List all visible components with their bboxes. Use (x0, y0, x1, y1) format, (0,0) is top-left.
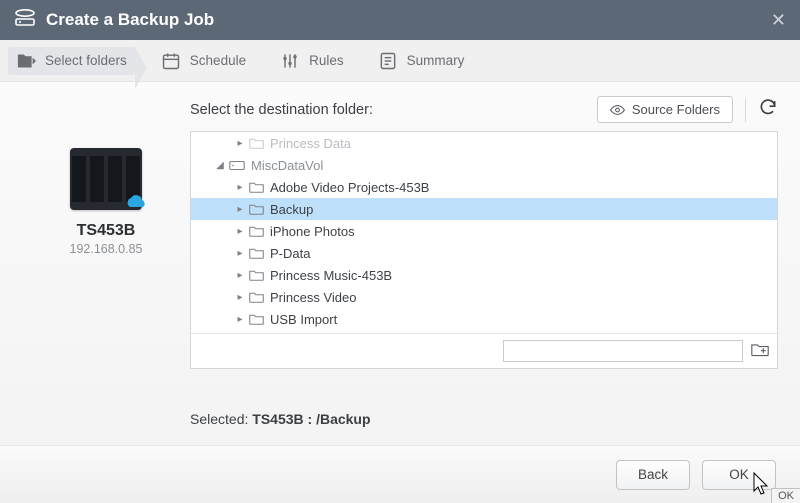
title-bar: Create a Backup Job ✕ (0, 0, 800, 40)
folder-icon (249, 137, 264, 149)
close-icon[interactable]: ✕ (771, 10, 786, 31)
device-sidebar: TS453B 192.168.0.85 (22, 96, 190, 445)
folders-icon (16, 51, 36, 71)
tree-node-label: Princess Music-453B (270, 268, 392, 283)
selected-path-line: Selected: TS453B : /Backup (190, 411, 778, 427)
step-rules[interactable]: Rules (272, 47, 352, 75)
folder-icon (249, 313, 264, 325)
chevron-right-icon[interactable]: ▸ (235, 226, 245, 237)
wizard-footer: Back OK (0, 445, 800, 503)
nas-icon (14, 8, 36, 33)
folder-icon (249, 203, 264, 215)
instruction-text: Select the destination folder: (190, 102, 373, 118)
folder-tree: ▸ Princess Data ◢ MiscDataVol ▸ Adobe Vid… (190, 131, 778, 369)
tree-node-label: P-Data (270, 246, 310, 261)
tree-node[interactable]: ▸ Adobe Video Projects-453B (191, 176, 777, 198)
tree-node-label: USB Import (270, 312, 337, 327)
cloud-badge-icon (124, 193, 148, 216)
divider (745, 98, 746, 122)
tree-node[interactable]: ▸ P-Data (191, 242, 777, 264)
path-row (191, 333, 777, 368)
tree-node-volume[interactable]: ◢ MiscDataVol (191, 154, 777, 176)
tree-node[interactable]: ▸Video and Blog Information (191, 330, 777, 333)
tree-node-label: iPhone Photos (270, 224, 355, 239)
folder-icon (249, 225, 264, 237)
chevron-right-icon[interactable]: ▸ (235, 292, 245, 303)
chevron-right-icon[interactable]: ▸ (235, 270, 245, 281)
tree-node[interactable]: ▸ iPhone Photos (191, 220, 777, 242)
nas-device-icon (70, 148, 142, 210)
tree-node[interactable]: ▸ Princess Video (191, 286, 777, 308)
step-summary[interactable]: Summary (370, 47, 473, 75)
window-title: Create a Backup Job (46, 10, 214, 30)
tree-node[interactable]: ▸ Princess Data (191, 132, 777, 154)
tree-node[interactable]: ▸ Backup (191, 198, 777, 220)
refresh-icon[interactable] (758, 97, 778, 122)
folder-icon (249, 291, 264, 303)
tree-node[interactable]: ▸ Princess Music-453B (191, 264, 777, 286)
backup-wizard-window: Create a Backup Job ✕ Select folders Sch… (0, 0, 800, 503)
wizard-steps: Select folders Schedule Rules Summary (0, 40, 800, 82)
summary-icon (378, 51, 398, 71)
tree-node-label: Princess Video (270, 290, 356, 305)
folder-icon (249, 247, 264, 259)
calendar-icon (161, 51, 181, 71)
selected-path: TS453B : /Backup (252, 411, 370, 427)
chevron-right-icon[interactable]: ▸ (235, 138, 245, 149)
path-input[interactable] (503, 340, 743, 362)
device-ip: 192.168.0.85 (70, 242, 143, 256)
tree-node-label: Adobe Video Projects-453B (270, 180, 429, 195)
tree-node-label: MiscDataVol (251, 158, 323, 173)
step-schedule[interactable]: Schedule (153, 47, 254, 75)
source-folders-button[interactable]: Source Folders (597, 96, 733, 123)
chevron-down-icon[interactable]: ◢ (215, 160, 225, 171)
step-label: Rules (309, 53, 344, 68)
ok-button[interactable]: OK (702, 460, 776, 490)
chevron-right-icon[interactable]: ▸ (235, 182, 245, 193)
folder-icon (249, 269, 264, 281)
tooltip: OK (771, 488, 800, 503)
step-label: Schedule (190, 53, 246, 68)
step-select-folders[interactable]: Select folders (8, 47, 135, 75)
drive-icon (229, 159, 245, 172)
tree-node-label: Backup (270, 202, 313, 217)
tree-node-label: Princess Data (270, 136, 351, 151)
selected-prefix: Selected: (190, 411, 252, 427)
device-name: TS453B (77, 222, 136, 240)
back-button[interactable]: Back (616, 460, 690, 490)
step-label: Select folders (45, 53, 127, 68)
source-folders-label: Source Folders (632, 102, 720, 117)
chevron-right-icon[interactable]: ▸ (235, 204, 245, 215)
new-folder-icon[interactable] (751, 341, 769, 362)
eye-icon (610, 104, 625, 116)
folder-tree-scroll[interactable]: ▸ Princess Data ◢ MiscDataVol ▸ Adobe Vid… (191, 132, 777, 333)
folder-icon (249, 181, 264, 193)
step-label: Summary (407, 53, 465, 68)
tree-node[interactable]: ▸ USB Import (191, 308, 777, 330)
chevron-right-icon[interactable]: ▸ (235, 248, 245, 259)
chevron-right-icon[interactable]: ▸ (235, 314, 245, 325)
sliders-icon (280, 51, 300, 71)
